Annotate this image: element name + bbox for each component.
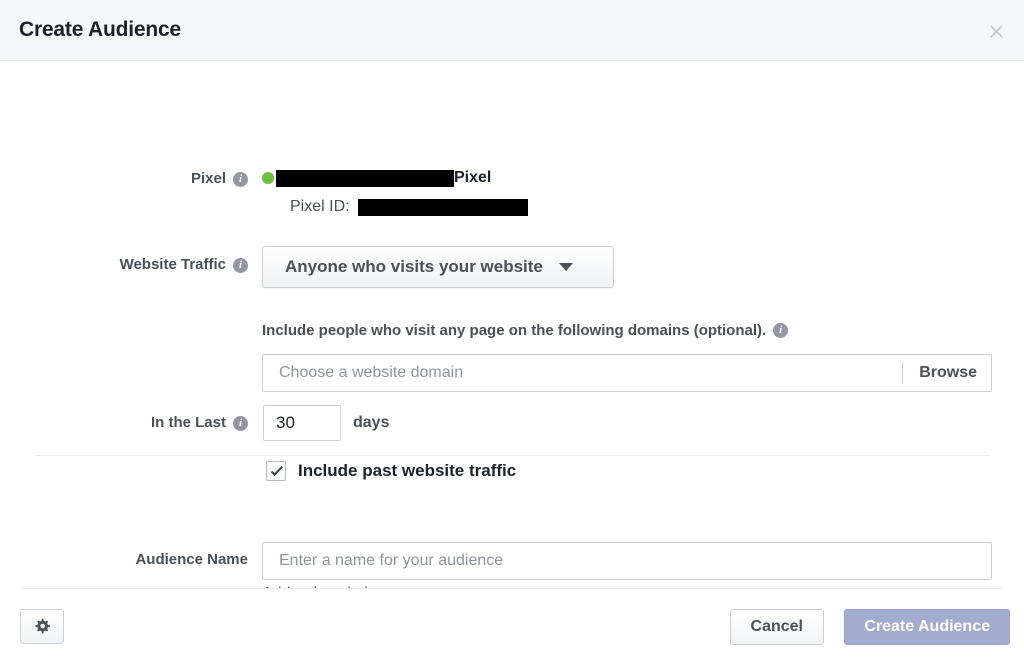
include-past-traffic-checkbox[interactable] bbox=[266, 461, 286, 481]
pixel-label: Pixel bbox=[190, 170, 226, 187]
include-past-traffic-row[interactable]: Include past website traffic bbox=[266, 461, 516, 481]
browse-button[interactable]: Browse bbox=[903, 364, 991, 382]
domains-info-icon[interactable]: i bbox=[773, 323, 789, 338]
pixel-name-row: Pixel bbox=[262, 168, 491, 188]
gear-icon bbox=[35, 618, 51, 633]
pixel-label-group: Pixel i bbox=[80, 170, 248, 187]
checkmark-icon bbox=[271, 466, 283, 476]
domain-input[interactable] bbox=[263, 355, 903, 391]
pixel-info-icon[interactable]: i bbox=[233, 171, 248, 187]
domain-input-wrapper: Browse bbox=[262, 354, 992, 392]
chevron-down-icon bbox=[558, 263, 573, 271]
pixel-name-redaction bbox=[276, 169, 454, 187]
in-the-last-label: In the Last bbox=[150, 414, 226, 431]
in-the-last-info-icon[interactable]: i bbox=[233, 415, 248, 431]
website-traffic-label: Website Traffic bbox=[119, 256, 226, 273]
in-the-last-label-group: In the Last i bbox=[80, 414, 248, 431]
audience-name-label: Audience Name bbox=[135, 551, 248, 568]
domains-help-text: Include people who visit any page on the… bbox=[262, 322, 767, 339]
website-traffic-dropdown[interactable]: Anyone who visits your website bbox=[262, 246, 614, 288]
website-traffic-info-icon[interactable]: i bbox=[233, 257, 248, 273]
pixel-id-label: Pixel ID: bbox=[290, 198, 350, 215]
include-past-traffic-label: Include past website traffic bbox=[298, 461, 517, 480]
dialog-header: Create Audience bbox=[0, 0, 1024, 61]
pixel-name-suffix: Pixel bbox=[454, 169, 492, 186]
website-traffic-selected-value: Anyone who visits your website bbox=[285, 257, 543, 276]
close-icon[interactable] bbox=[980, 16, 1012, 46]
cancel-button[interactable]: Cancel bbox=[729, 609, 824, 645]
pixel-id-row: Pixel ID: bbox=[290, 197, 528, 217]
footer-divider bbox=[22, 588, 1002, 589]
section-divider bbox=[35, 455, 990, 456]
days-unit-label: days bbox=[353, 414, 390, 431]
create-audience-dialog: Create Audience Pixel i Pixel Pixel ID: W… bbox=[0, 0, 1024, 661]
domains-help-text-group: Include people who visit any page on the… bbox=[262, 322, 789, 339]
website-traffic-label-group: Website Traffic i bbox=[60, 256, 248, 273]
dialog-body: Pixel i Pixel Pixel ID: Website Traffic i … bbox=[0, 61, 1024, 602]
pixel-status-dot bbox=[262, 172, 274, 184]
page-title: Create Audience bbox=[19, 18, 181, 41]
create-audience-button[interactable]: Create Audience bbox=[844, 609, 1010, 645]
dialog-footer: Cancel Create Audience bbox=[0, 588, 1024, 661]
audience-name-input[interactable] bbox=[262, 542, 992, 580]
settings-button[interactable] bbox=[20, 609, 64, 644]
days-input[interactable] bbox=[263, 405, 341, 441]
pixel-id-redaction bbox=[357, 198, 528, 216]
